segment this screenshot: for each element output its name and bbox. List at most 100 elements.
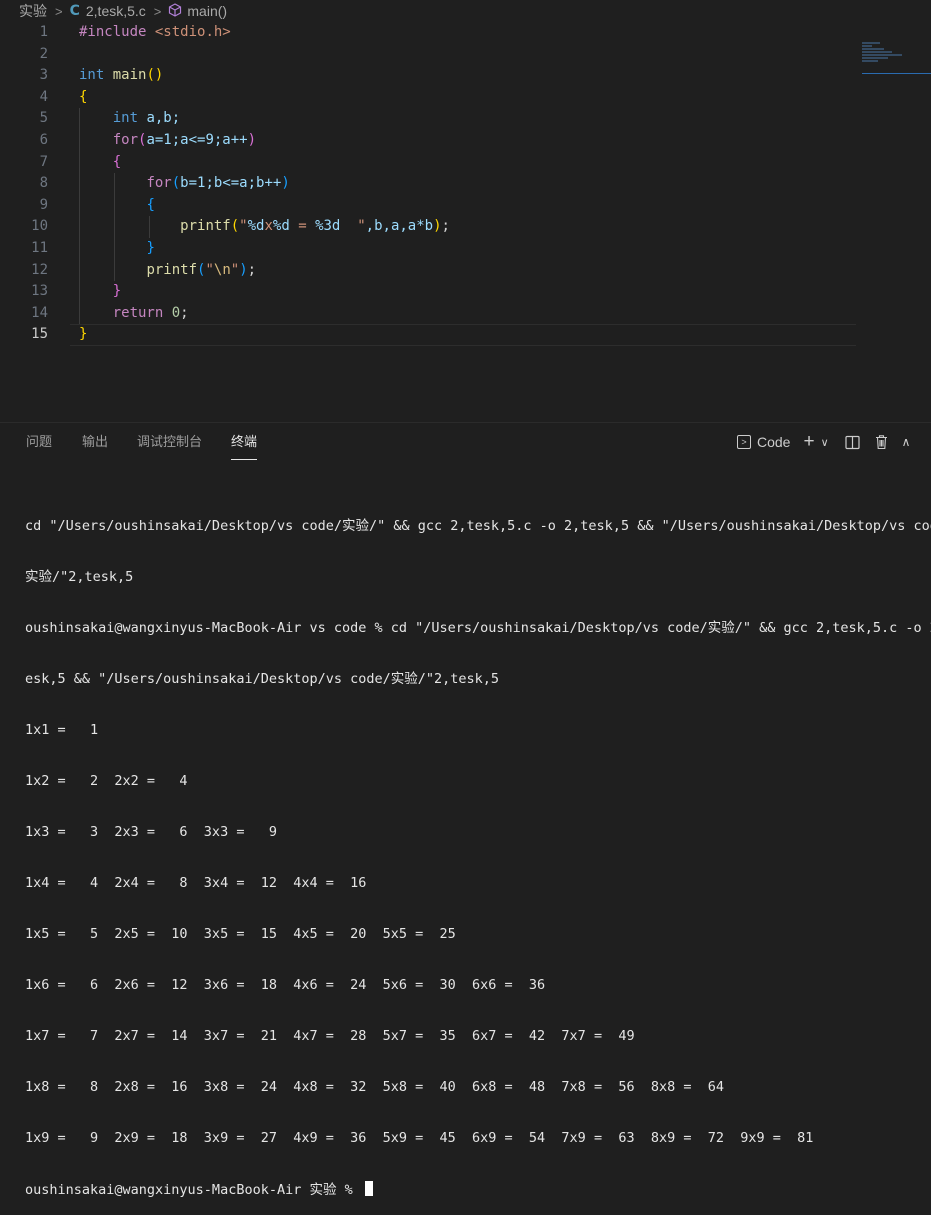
terminal-line: esk,5 && "/Users/oushinsakai/Desktop/vs …: [25, 671, 500, 687]
breadcrumb-folder[interactable]: 实验: [19, 1, 47, 21]
code-token: ": [239, 218, 248, 235]
line-number: 13: [31, 283, 48, 300]
line-number: 9: [39, 196, 48, 213]
code-token: ": [205, 261, 214, 278]
terminal-line: 1x9 = 9 2x9 = 18 3x9 = 27 4x9 = 36 5x9 =…: [25, 1130, 830, 1146]
code-line: 6 for(a=1;a<=9;a++): [0, 130, 931, 152]
code-token: 0: [171, 304, 181, 321]
terminal-selector[interactable]: > Code: [737, 434, 790, 450]
code-token: %3d: [315, 218, 341, 235]
terminal-output[interactable]: cd "/Users/oushinsakai/Desktop/vs code/实…: [25, 484, 931, 1215]
code-token: for: [146, 175, 172, 192]
code-line: 5 int a,b;: [0, 108, 931, 130]
code-line: 2: [0, 44, 931, 66]
code-token: a=1;a<=9;a++: [146, 132, 248, 148]
code-token: %d: [247, 218, 265, 235]
code-token: }: [79, 326, 88, 343]
terminal-line: 1x4 = 4 2x4 = 8 3x4 = 12 4x4 = 16: [25, 875, 383, 891]
minimap-line: [862, 57, 888, 59]
code-token: int: [79, 67, 105, 84]
code-token: for: [112, 132, 139, 148]
code-token: (): [146, 67, 164, 84]
terminal-line: 1x8 = 8 2x8 = 16 3x8 = 24 4x8 = 32 5x8 =…: [25, 1079, 741, 1095]
code-token: =: [289, 218, 316, 235]
code-token: x: [264, 218, 273, 235]
code-line: 1 #include <stdio.h>: [0, 22, 931, 44]
terminal-line: 1x6 = 6 2x6 = 12 3x6 = 18 4x6 = 24 5x6 =…: [25, 977, 562, 993]
terminal-prompt: oushinsakai@wangxinyus-MacBook-Air 实验 %: [25, 1182, 361, 1198]
breadcrumb-folder-label: 实验: [19, 3, 47, 19]
code-token: #include: [79, 24, 147, 40]
code-token: }: [112, 283, 122, 300]
trash-icon[interactable]: [874, 434, 889, 450]
terminal-prompt-line: oushinsakai@wangxinyus-MacBook-Air 实验 %: [25, 1181, 931, 1198]
minimap[interactable]: [862, 42, 926, 76]
breadcrumb-symbol-label: main(): [187, 3, 228, 19]
terminal-line: 实验/"2,tesk,5: [25, 569, 134, 585]
breadcrumb-file[interactable]: C 2,tesk,5.c: [70, 3, 146, 19]
code-token: b=1;b<=a;b++: [180, 175, 282, 192]
minimap-line: [862, 48, 884, 50]
code-token: }: [146, 240, 155, 256]
chevron-up-icon[interactable]: ∧: [902, 435, 911, 449]
code-token: ;: [247, 261, 257, 278]
line-number: 11: [31, 240, 48, 256]
line-number: 12: [31, 261, 48, 278]
line-number: 1: [39, 24, 48, 40]
code-editor[interactable]: 1 #include <stdio.h> 2 3 int main() 4{ 5 i…: [0, 22, 931, 422]
chevron-right-icon: >: [55, 3, 63, 19]
code-line: 12 printf("\n");: [0, 260, 931, 282]
chevron-right-icon: >: [153, 3, 162, 19]
chevron-down-icon[interactable]: ∨: [821, 436, 829, 449]
terminal-line: 1x5 = 5 2x5 = 10 3x5 = 15 4x5 = 20 5x5 =…: [25, 926, 473, 942]
plus-icon[interactable]: +: [803, 431, 814, 453]
code-line: 3 int main(): [0, 65, 931, 87]
code-token: <stdio.h>: [146, 24, 231, 40]
tab-problems[interactable]: 问题: [26, 433, 52, 459]
code-token: %d: [272, 218, 290, 235]
line-number: 10: [31, 218, 48, 235]
terminal-line: 1x2 = 2 2x2 = 4: [25, 773, 204, 789]
c-file-icon: C: [69, 3, 80, 19]
line-number: 2: [39, 45, 48, 62]
code-token: ": [230, 261, 240, 278]
line-number: 15: [31, 326, 48, 343]
code-token: ;: [441, 218, 450, 235]
breadcrumb: 实验 > C 2,tesk,5.c > main(): [0, 0, 931, 22]
breadcrumb-symbol[interactable]: main(): [168, 2, 228, 20]
code-line: 9 {: [0, 195, 931, 217]
terminal-line: 1x1 = 1: [25, 722, 115, 738]
code-token: printf: [146, 261, 198, 278]
tab-output[interactable]: 输出: [82, 433, 108, 459]
minimap-viewport: [862, 73, 931, 74]
minimap-line: [862, 60, 878, 62]
code-line: 11 }: [0, 238, 931, 260]
breadcrumb-file-label: 2,tesk,5.c: [85, 3, 146, 19]
terminal-cursor: [364, 1181, 373, 1196]
code-token: return: [112, 304, 164, 321]
panel-actions: > Code + ∨ ∧: [737, 431, 911, 453]
line-number: 5: [39, 110, 48, 127]
terminal-label: Code: [757, 434, 791, 450]
code-token: printf: [180, 218, 231, 235]
minimap-line: [862, 54, 902, 56]
code-line: 14 return 0;: [0, 303, 931, 325]
terminal-line: 1x3 = 3 2x3 = 6 3x3 = 9: [25, 824, 294, 840]
code-token: {: [146, 196, 155, 213]
code-token: a,b;: [146, 110, 181, 127]
terminal-line: oushinsakai@wangxinyus-MacBook-Air vs co…: [25, 620, 931, 636]
tab-debug-console[interactable]: 调试控制台: [137, 433, 202, 459]
line-number: 8: [39, 175, 48, 192]
code-line: 13 }: [0, 281, 931, 303]
split-terminal-icon[interactable]: [845, 435, 860, 450]
minimap-line: [862, 45, 872, 47]
code-token: ,b,a,a*b: [365, 218, 434, 235]
code-token: {: [79, 88, 88, 105]
tab-terminal[interactable]: 终端: [231, 433, 258, 460]
code-line: 15}: [0, 324, 931, 346]
code-line: 4{: [0, 87, 931, 109]
line-number: 4: [39, 88, 48, 105]
line-number: 14: [31, 304, 48, 321]
terminal-icon: >: [737, 435, 751, 449]
code-line: 8 for(b=1;b<=a;b++): [0, 173, 931, 195]
